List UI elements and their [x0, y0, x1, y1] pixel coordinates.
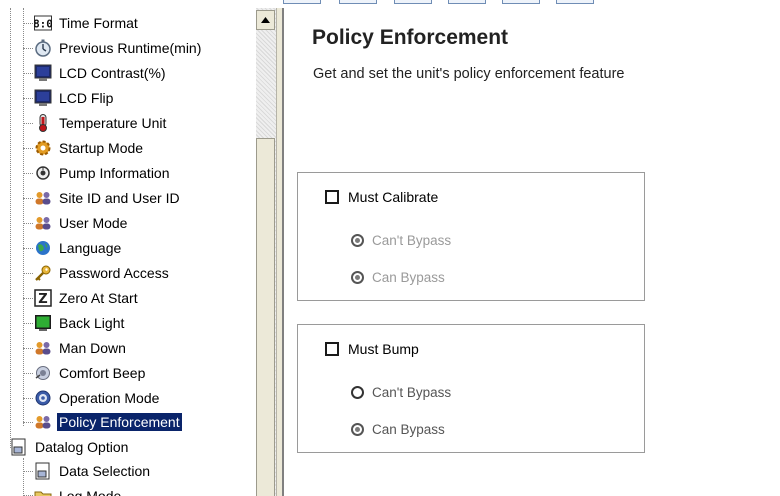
tree-item-temperature-unit[interactable]: Temperature Unit	[34, 111, 168, 135]
svg-text:8:0: 8:0	[34, 18, 52, 31]
page-title: Policy Enforcement	[312, 26, 509, 49]
tree-item-operation-mode[interactable]: Operation Mode	[34, 386, 161, 410]
tree-item-label: Zero At Start	[59, 290, 138, 306]
tree-item-user-mode[interactable]: User Mode	[34, 211, 129, 235]
radio-button[interactable]	[351, 423, 364, 436]
toolbar-button[interactable]	[394, 0, 432, 4]
users-icon	[34, 214, 52, 232]
checkbox-box[interactable]	[325, 190, 339, 204]
tree-item-site-id-user-id[interactable]: Site ID and User ID	[34, 186, 182, 210]
tree-item-previous-runtime[interactable]: Previous Runtime(min)	[34, 36, 203, 60]
settings-tree: 8:0 Time Format Previous Runtime(min) LC…	[0, 8, 256, 496]
tree-item-data-selection[interactable]: Data Selection	[34, 459, 152, 483]
tree-item-label: LCD Flip	[59, 90, 114, 106]
page-description: Get and set the unit's policy enforcemen…	[313, 66, 625, 82]
stopwatch-icon	[34, 39, 52, 57]
beep-icon	[34, 364, 52, 382]
tree-item-label: Log Mode	[59, 488, 122, 496]
key-icon	[34, 264, 52, 282]
tree-item-label: Datalog Option	[35, 439, 129, 455]
users-icon	[34, 339, 52, 357]
radio-label: Can't Bypass	[372, 233, 452, 248]
tree-item-log-mode[interactable]: Log Mode	[34, 484, 123, 496]
gear-icon	[34, 139, 52, 157]
tree-item-datalog-option[interactable]: Datalog Option	[10, 435, 130, 459]
globe-icon	[34, 239, 52, 257]
toolbar-button[interactable]	[556, 0, 594, 4]
monitor-icon	[34, 64, 52, 82]
tree-item-label: Startup Mode	[59, 140, 144, 156]
settings-panel: Policy Enforcement Get and set the unit'…	[284, 8, 780, 496]
must-calibrate-checkbox[interactable]: Must Calibrate	[325, 189, 438, 205]
radio-label: Can't Bypass	[372, 385, 452, 400]
tree-item-zero-at-start[interactable]: Z Zero At Start	[34, 286, 140, 310]
cant-bypass-radio[interactable]: Can't Bypass	[351, 385, 451, 400]
must-calibrate-group: Must Calibrate Can't Bypass Can Bypass	[297, 172, 645, 301]
cant-bypass-radio[interactable]: Can't Bypass	[351, 233, 451, 248]
users-icon	[34, 189, 52, 207]
tree-item-label: Language	[59, 240, 122, 256]
toolbar-button[interactable]	[283, 0, 321, 4]
tree-item-lcd-contrast[interactable]: LCD Contrast(%)	[34, 61, 168, 85]
zero-icon: Z	[34, 289, 52, 307]
toolbar-button[interactable]	[502, 0, 540, 4]
tree-item-startup-mode[interactable]: Startup Mode	[34, 136, 145, 160]
operation-icon	[34, 389, 52, 407]
tree-item-label: Comfort Beep	[59, 365, 146, 381]
can-bypass-radio[interactable]: Can Bypass	[351, 422, 445, 437]
tree-item-label: Data Selection	[59, 463, 151, 479]
tree-item-language[interactable]: Language	[34, 236, 123, 260]
tree-item-password-access[interactable]: Password Access	[34, 261, 171, 285]
toolbar-button[interactable]	[448, 0, 486, 4]
radio-label: Can Bypass	[372, 422, 445, 437]
checkbox-label: Must Bump	[348, 341, 419, 357]
checkbox-label: Must Calibrate	[348, 189, 439, 205]
tree-item-label: Policy Enforcement	[56, 412, 183, 432]
tree-item-back-light[interactable]: Back Light	[34, 311, 126, 335]
folder-icon	[34, 487, 52, 496]
must-bump-group: Must Bump Can't Bypass Can Bypass	[297, 324, 645, 453]
tree-item-label: User Mode	[59, 215, 128, 231]
radio-button[interactable]	[351, 271, 364, 284]
svg-text:Z: Z	[38, 292, 47, 307]
monitor-icon	[34, 89, 52, 107]
tree-item-label: Time Format	[59, 15, 138, 31]
tree-scrollbar[interactable]	[256, 8, 276, 496]
tree-item-lcd-flip[interactable]: LCD Flip	[34, 86, 115, 110]
users-icon	[34, 413, 52, 431]
document-icon	[10, 438, 28, 456]
checkbox-box[interactable]	[325, 342, 339, 356]
radio-label: Can Bypass	[372, 270, 445, 285]
clock-digits-icon: 8:0	[34, 14, 52, 32]
backlight-icon	[34, 314, 52, 332]
can-bypass-radio[interactable]: Can Bypass	[351, 270, 445, 285]
scroll-thumb[interactable]	[256, 138, 275, 496]
tree-item-time-format[interactable]: 8:0 Time Format	[34, 11, 140, 35]
tree-item-policy-enforcement[interactable]: Policy Enforcement	[34, 410, 183, 434]
radio-button[interactable]	[351, 386, 364, 399]
pump-icon	[34, 164, 52, 182]
tree-item-label: Temperature Unit	[59, 115, 167, 131]
tree-item-pump-information[interactable]: Pump Information	[34, 161, 172, 185]
tree-item-label: Password Access	[59, 265, 169, 281]
tree-item-label: Pump Information	[59, 165, 170, 181]
tree-item-label: Site ID and User ID	[59, 190, 180, 206]
thermometer-icon	[34, 114, 52, 132]
document-icon	[34, 462, 52, 480]
tree-item-label: Back Light	[59, 315, 125, 331]
must-bump-checkbox[interactable]: Must Bump	[325, 341, 419, 357]
scroll-up-button[interactable]	[256, 10, 275, 30]
chevron-up-icon	[261, 17, 270, 23]
toolbar-strip	[0, 0, 780, 8]
tree-item-label: Operation Mode	[59, 390, 160, 406]
radio-button[interactable]	[351, 234, 364, 247]
tree-item-label: LCD Contrast(%)	[59, 65, 166, 81]
tree-item-man-down[interactable]: Man Down	[34, 336, 128, 360]
tree-item-label: Man Down	[59, 340, 126, 356]
tree-item-comfort-beep[interactable]: Comfort Beep	[34, 361, 147, 385]
toolbar-button[interactable]	[339, 0, 377, 4]
tree-item-label: Previous Runtime(min)	[59, 40, 202, 56]
